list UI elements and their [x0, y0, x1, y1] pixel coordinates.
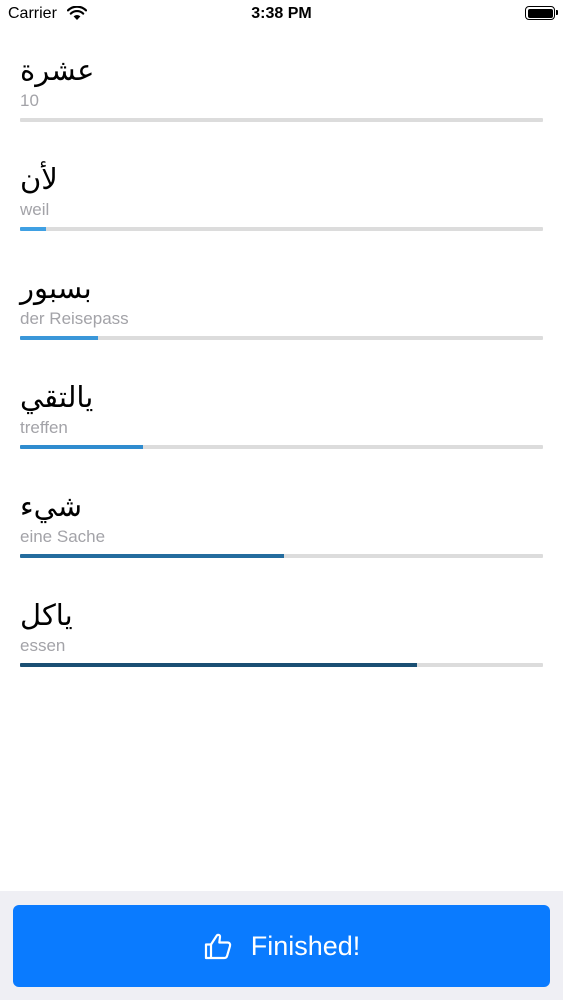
- progress-fill: [20, 227, 47, 231]
- word-item[interactable]: يالتقي treffen: [20, 365, 543, 474]
- progress-fill: [20, 445, 143, 449]
- progress-track: [20, 336, 543, 340]
- progress-track: [20, 227, 543, 231]
- arabic-word: عشرة: [20, 53, 95, 87]
- progress-fill: [20, 663, 418, 667]
- battery-icon: [525, 6, 558, 20]
- word-translation: weil: [20, 200, 50, 219]
- status-time: 3:38 PM: [251, 5, 312, 22]
- word-item[interactable]: ياكل essen: [20, 583, 543, 692]
- word-item[interactable]: لأن weil: [20, 147, 543, 256]
- word-translation: der Reisepass: [20, 309, 129, 328]
- thumbs-up-icon: [204, 933, 231, 960]
- bottom-toolbar: Finished!: [0, 891, 563, 1000]
- progress-track: [20, 663, 543, 667]
- word-translation: 10: [20, 91, 39, 110]
- word-item[interactable]: بسبور der Reisepass: [20, 256, 543, 365]
- arabic-word: يالتقي: [20, 380, 94, 414]
- progress-fill: [20, 336, 99, 340]
- status-bar: Carrier 3:38 PM: [0, 0, 563, 30]
- progress-track: [20, 445, 543, 449]
- progress-track: [20, 554, 543, 558]
- word-translation: treffen: [20, 418, 68, 437]
- word-item[interactable]: شيء eine Sache: [20, 474, 543, 583]
- word-list: عشرة 10 لأن weil بسبور der Reisepass يالتقي tre…: [20, 38, 543, 692]
- progress-fill: [20, 554, 285, 558]
- word-translation: eine Sache: [20, 527, 106, 546]
- finished-button[interactable]: Finished!: [13, 905, 550, 987]
- arabic-word: شيء: [20, 489, 83, 523]
- arabic-word: لأن: [20, 162, 58, 196]
- arabic-word: ياكل: [20, 598, 73, 632]
- progress-track: [20, 118, 543, 122]
- word-translation: essen: [20, 636, 66, 655]
- finished-button-label: Finished!: [250, 930, 361, 961]
- word-item[interactable]: عشرة 10: [20, 38, 543, 147]
- arabic-word: بسبور: [20, 271, 92, 305]
